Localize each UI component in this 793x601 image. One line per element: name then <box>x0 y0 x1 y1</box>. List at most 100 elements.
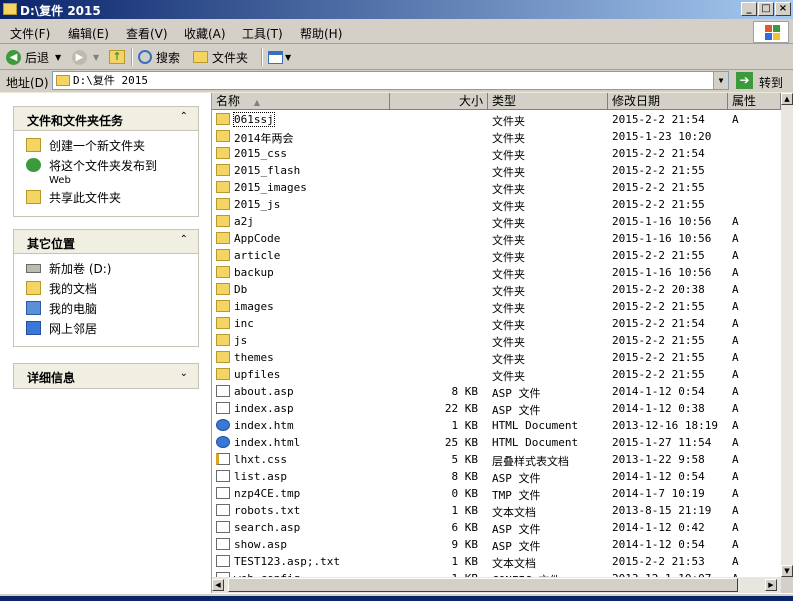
cell-attributes: A <box>732 453 739 466</box>
file-tasks-header[interactable]: 文件和文件夹任务 ⌃ <box>14 107 198 131</box>
table-row[interactable]: robots.txt 1 KB 文本文档 2013-8-15 21:19 A <box>212 502 781 519</box>
scroll-left-icon[interactable]: ◀ <box>212 579 224 591</box>
vertical-scrollbar[interactable]: ▲ ▼ <box>781 93 793 593</box>
table-row[interactable]: 2015_css 文件夹 2015-2-2 21:54 <box>212 145 781 162</box>
place-drive-d[interactable]: 新加卷 (D:) <box>14 258 198 278</box>
chevron-down-icon[interactable]: ▼ <box>285 53 291 62</box>
chevron-down-icon[interactable]: ▼ <box>55 53 61 62</box>
table-row[interactable]: js 文件夹 2015-2-2 21:55 A <box>212 332 781 349</box>
details-panel: 详细信息 ⌄ <box>13 363 199 389</box>
file-icon <box>216 385 230 397</box>
html-document-icon <box>216 436 230 448</box>
folder-icon <box>216 249 230 261</box>
chevron-down-icon[interactable]: ▼ <box>713 72 728 89</box>
expand-icon[interactable]: ⌄ <box>180 368 188 379</box>
table-row[interactable]: backup 文件夹 2015-1-16 10:56 A <box>212 264 781 281</box>
new-folder-icon <box>26 138 41 152</box>
menu-view[interactable]: 查看(V) <box>126 25 168 42</box>
table-row[interactable]: TEST123.asp;.txt 1 KB 文本文档 2015-2-2 21:53 A <box>212 553 781 570</box>
menu-help[interactable]: 帮助(H) <box>300 25 342 42</box>
table-row[interactable]: nzp4CE.tmp 0 KB TMP 文件 2014-1-7 10:19 A <box>212 485 781 502</box>
scroll-right-icon[interactable]: ▶ <box>765 579 777 591</box>
views-button[interactable]: ▼ <box>268 48 291 66</box>
table-row[interactable]: upfiles 文件夹 2015-2-2 21:55 A <box>212 366 781 383</box>
table-row[interactable]: about.asp 8 KB ASP 文件 2014-1-12 0:54 A <box>212 383 781 400</box>
folder-icon <box>216 147 230 159</box>
table-row[interactable]: AppCode 文件夹 2015-1-16 10:56 A <box>212 230 781 247</box>
task-new-folder[interactable]: 创建一个新文件夹 <box>14 135 198 155</box>
table-row[interactable]: lhxt.css 5 KB 层叠样式表文档 2013-1-22 9:58 A <box>212 451 781 468</box>
table-row[interactable]: images 文件夹 2015-2-2 21:55 A <box>212 298 781 315</box>
table-row[interactable]: index.html 25 KB HTML Document 2015-1-27 11… <box>212 434 781 451</box>
place-network[interactable]: 网上邻居 <box>14 318 198 338</box>
collapse-icon[interactable]: ⌃ <box>180 111 188 122</box>
menu-file[interactable]: 文件(F) <box>10 25 50 42</box>
cell-modified: 2015-2-2 21:54 <box>612 317 705 330</box>
back-button[interactable]: ◀ 后退 ▼ <box>6 48 61 66</box>
column-header-name[interactable]: 名称 ▲ <box>212 93 390 110</box>
scroll-up-icon[interactable]: ▲ <box>781 93 793 105</box>
maximize-button[interactable]: □ <box>758 2 774 16</box>
column-header-attributes[interactable]: 属性 <box>728 93 781 110</box>
chevron-down-icon[interactable]: ▼ <box>93 53 99 62</box>
task-publish-web[interactable]: 将这个文件夹发布到 <box>14 155 198 175</box>
horizontal-scrollbar[interactable]: ◀ ▶ <box>212 577 781 593</box>
cell-attributes: A <box>732 351 739 364</box>
task-label: 共享此文件夹 <box>49 190 122 205</box>
documents-icon <box>26 281 41 295</box>
table-row[interactable]: index.htm 1 KB HTML Document 2013-12-16 18:… <box>212 417 781 434</box>
address-input[interactable]: D:\复件 2015 ▼ <box>52 71 729 90</box>
menu-favorites[interactable]: 收藏(A) <box>184 25 226 42</box>
cell-modified: 2015-2-2 21:53 <box>612 555 705 568</box>
cell-size: 1 KB <box>451 555 479 568</box>
scroll-down-icon[interactable]: ▼ <box>781 565 793 577</box>
table-row[interactable]: Db 文件夹 2015-2-2 20:38 A <box>212 281 781 298</box>
table-row[interactable]: 2015_js 文件夹 2015-2-2 21:55 <box>212 196 781 213</box>
cell-type: 文件夹 <box>492 217 525 230</box>
up-folder-button[interactable]: ↑ <box>109 48 125 66</box>
cell-name: backup <box>234 266 274 279</box>
go-button[interactable]: 转到 <box>759 74 783 91</box>
size-grip[interactable] <box>781 577 793 593</box>
menu-tools[interactable]: 工具(T) <box>242 25 283 42</box>
column-header-modified[interactable]: 修改日期 <box>608 93 728 110</box>
place-my-computer[interactable]: 我的电脑 <box>14 298 198 318</box>
table-row[interactable]: a2j 文件夹 2015-1-16 10:56 A <box>212 213 781 230</box>
file-icon <box>216 555 230 567</box>
close-button[interactable]: × <box>775 2 791 16</box>
cell-type: ASP 文件 <box>492 540 541 553</box>
cell-size: 8 KB <box>451 385 479 398</box>
cell-type: ASP 文件 <box>492 404 541 417</box>
table-row[interactable]: 061ssj 文件夹 2015-2-2 21:54 A <box>212 111 781 128</box>
details-header[interactable]: 详细信息 ⌄ <box>14 364 198 388</box>
cell-attributes: A <box>732 470 739 483</box>
table-row[interactable]: themes 文件夹 2015-2-2 21:55 A <box>212 349 781 366</box>
task-publish-web-continued[interactable]: Web <box>14 175 198 187</box>
table-row[interactable]: 2014年两会 文件夹 2015-1-23 10:20 <box>212 128 781 145</box>
menu-edit[interactable]: 编辑(E) <box>68 25 109 42</box>
column-header-size[interactable]: 大小 <box>390 93 488 110</box>
cell-type: 文件夹 <box>492 370 525 383</box>
go-arrow-icon[interactable]: ➔ <box>736 72 753 89</box>
table-row[interactable]: 2015_flash 文件夹 2015-2-2 21:55 <box>212 162 781 179</box>
table-row[interactable]: article 文件夹 2015-2-2 21:55 A <box>212 247 781 264</box>
cell-name: js <box>234 334 248 347</box>
other-places-header[interactable]: 其它位置 ⌃ <box>14 230 198 254</box>
cell-modified: 2014-1-7 10:19 <box>612 487 705 500</box>
place-my-documents[interactable]: 我的文档 <box>14 278 198 298</box>
folders-button[interactable]: 文件夹 <box>193 48 248 66</box>
table-row[interactable]: show.asp 9 KB ASP 文件 2014-1-12 0:54 A <box>212 536 781 553</box>
horizontal-scroll-thumb[interactable] <box>228 578 738 592</box>
forward-button[interactable]: ▶ ▼ <box>72 48 99 66</box>
minimize-button[interactable]: _ <box>741 2 757 16</box>
table-row[interactable]: inc 文件夹 2015-2-2 21:54 A <box>212 315 781 332</box>
table-row[interactable]: search.asp 6 KB ASP 文件 2014-1-12 0:42 A <box>212 519 781 536</box>
search-button[interactable]: 搜索 <box>138 48 180 66</box>
collapse-icon[interactable]: ⌃ <box>180 234 188 245</box>
table-row[interactable]: list.asp 8 KB ASP 文件 2014-1-12 0:54 A <box>212 468 781 485</box>
task-share-folder[interactable]: 共享此文件夹 <box>14 187 198 207</box>
cell-type: 文件夹 <box>492 115 525 128</box>
table-row[interactable]: 2015_images 文件夹 2015-2-2 21:55 <box>212 179 781 196</box>
table-row[interactable]: index.asp 22 KB ASP 文件 2014-1-12 0:38 A <box>212 400 781 417</box>
column-header-type[interactable]: 类型 <box>488 93 608 110</box>
